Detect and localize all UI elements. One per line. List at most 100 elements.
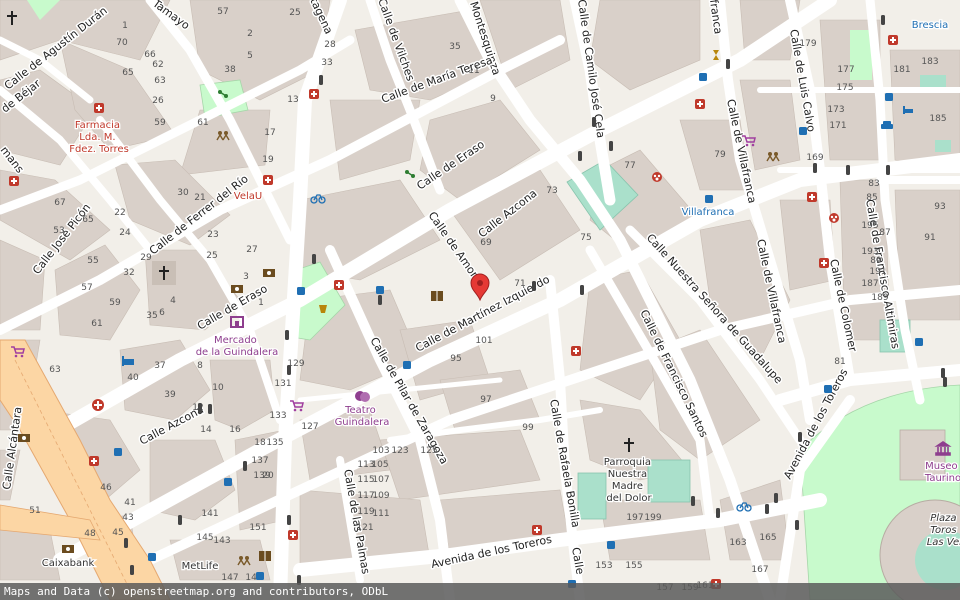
traffic-signal-icon [765,504,769,514]
house-number: 169 [806,153,823,163]
bus-stop-icon[interactable] [403,361,411,369]
house-number: 99 [522,423,534,433]
bus-stop-icon[interactable] [256,572,264,580]
house-number: 135 [266,438,283,448]
house-number: 17 [264,128,275,138]
map-attribution[interactable]: Maps and Data (c) openstreetmap.org and … [0,583,960,600]
bus-stop-icon[interactable] [297,287,305,295]
house-number: 45 [112,528,123,538]
house-number: 25 [289,8,300,18]
house-number: 29 [140,253,152,263]
house-number: 62 [152,60,163,70]
church-icon[interactable] [152,261,176,285]
house-number: 81 [834,357,845,367]
house-number: 121 [356,523,373,533]
house-number: 43 [122,513,133,523]
house-number: 41 [124,498,135,508]
bank-icon[interactable] [263,269,275,277]
traffic-signal-icon [691,496,695,506]
house-number: 103 [372,446,389,456]
bus-stop-icon[interactable] [799,127,807,135]
bus-stop-icon[interactable] [376,286,384,294]
house-number: 195 [861,221,878,231]
traffic-signal-icon [726,59,730,69]
pharmacy-icon[interactable] [9,176,19,186]
house-number: 125 [420,446,437,456]
traffic-signal-icon [943,377,947,387]
house-number: 13 [287,95,298,105]
pharmacy-icon[interactable] [94,103,104,113]
bank-icon[interactable] [231,285,243,293]
library-icon[interactable] [259,551,271,561]
traffic-signal-icon [319,75,323,85]
house-number: 37 [154,361,165,371]
house-number: 181 [893,65,910,75]
bus-stop-icon[interactable] [699,73,707,81]
traffic-signal-icon [287,515,291,525]
pharmacy-icon[interactable] [309,89,319,99]
map-canvas[interactable]: Calle de Agustín Durán de Béjar Tamayo t… [0,0,960,600]
house-number: 25 [206,251,217,261]
house-number: 83 [868,179,879,189]
house-number: 109 [372,491,389,501]
bank-icon[interactable] [18,434,30,442]
house-number: 173 [827,105,844,115]
map-svg[interactable]: Calle de Agustín Durán de Béjar Tamayo t… [0,0,960,600]
house-number: 153 [595,561,612,571]
bus-stop-icon[interactable] [885,93,893,101]
pharmacy-icon[interactable] [334,280,344,290]
bus-stop-icon[interactable] [148,553,156,561]
house-number: 57 [81,283,92,293]
house-number: 127 [301,422,318,432]
house-number: 11 [468,66,479,76]
caixabank-label: Caixabank [42,558,95,569]
house-number: 53 [53,226,64,236]
house-number: 24 [119,228,131,238]
traffic-signal-icon [580,285,584,295]
pharmacy-icon[interactable] [532,525,542,535]
traffic-signal-icon [881,15,885,25]
traffic-signal-icon [846,165,850,175]
bus-stop-icon[interactable] [705,195,713,203]
pharmacy-icon[interactable] [807,192,817,202]
house-number: 163 [729,538,746,548]
house-number: 51 [29,506,40,516]
medical-icon[interactable] [92,399,104,411]
veterinary-icon[interactable] [829,213,839,223]
pharmacy-icon[interactable] [819,258,829,268]
pharmacy-icon[interactable] [571,346,581,356]
bus-stop-icon[interactable] [607,541,615,549]
house-number: 59 [154,118,166,128]
veterinary-icon[interactable] [652,172,662,182]
bus-stop-icon[interactable] [824,385,832,393]
house-number: 48 [84,529,96,539]
house-number: 183 [921,57,938,67]
traffic-signal-icon [532,281,536,291]
bus-stop-icon[interactable] [224,478,232,486]
house-number: 9 [490,94,496,104]
library-icon[interactable] [431,291,443,301]
house-number: 191 [869,267,886,277]
house-number: 185 [929,114,946,124]
house-number: 155 [625,561,642,571]
house-number: 147 [221,573,238,583]
pharmacy-icon[interactable] [288,530,298,540]
house-number: 69 [480,238,492,248]
house-number: 1 [122,21,128,31]
bus-stop-icon[interactable] [915,338,923,346]
house-number: 10 [212,383,224,393]
pharmacy-icon[interactable] [888,35,898,45]
house-number: 165 [759,533,776,543]
pharmacy-icon[interactable] [695,99,705,109]
house-number: 111 [372,509,389,519]
bus-stop-icon[interactable] [114,448,122,456]
house-number: 113 [357,460,374,470]
bank-icon[interactable] [62,545,74,553]
traffic-signal-icon [130,565,134,575]
house-number: 93 [934,202,945,212]
pharmacy-icon[interactable] [263,175,273,185]
house-number: 59 [109,298,121,308]
pharmacy-icon[interactable] [89,456,99,466]
house-number: 89 [870,256,882,266]
house-number: 97 [480,395,491,405]
